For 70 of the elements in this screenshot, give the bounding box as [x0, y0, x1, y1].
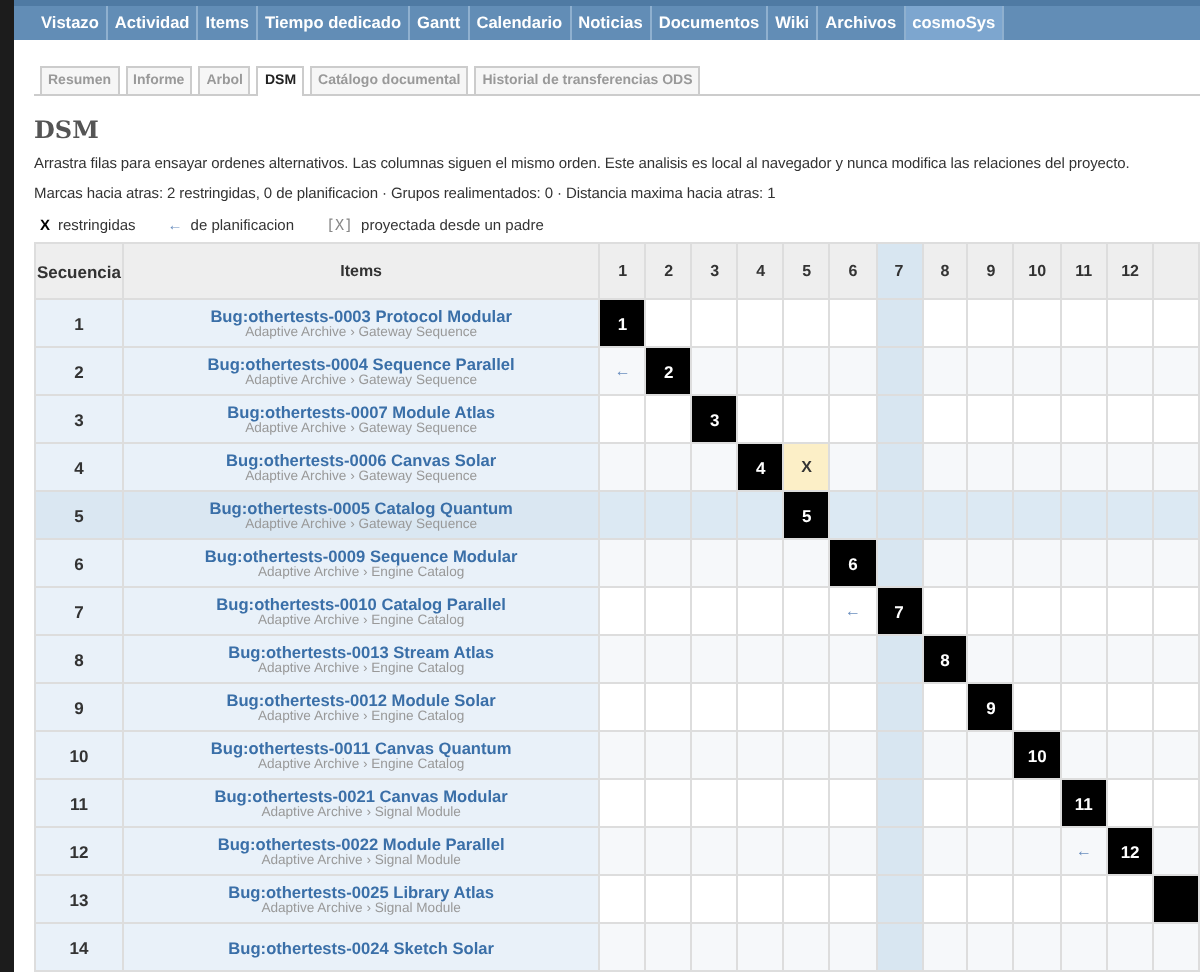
menu-tab[interactable]: Tiempo dedicado: [257, 6, 411, 40]
item-link[interactable]: Bug:othertests-0010 Catalog Parallel: [123, 593, 599, 613]
sequence-cell: 8: [35, 635, 123, 683]
diagonal-cell: 2: [645, 347, 692, 395]
menu-tab[interactable]: Wiki: [768, 6, 819, 40]
menu-tab[interactable]: Items: [198, 6, 258, 40]
planning-mark: ←: [1060, 827, 1107, 875]
column-header: 2: [645, 243, 692, 299]
item-link[interactable]: Bug:othertests-0013 Stream Atlas: [123, 641, 599, 661]
column-header: 12: [1106, 243, 1154, 299]
restricted-mark: X: [783, 443, 830, 491]
diagonal-cell: 7: [876, 587, 922, 635]
sequence-cell: 9: [35, 683, 123, 731]
sequence-cell: 5: [35, 491, 123, 539]
item-link[interactable]: Bug:othertests-0004 Sequence Parallel: [123, 353, 599, 373]
sequence-cell: 2: [35, 347, 123, 395]
planning-mark: ←: [829, 587, 877, 635]
sequence-cell: 3: [35, 395, 123, 443]
diagonal-cell: 8: [922, 635, 968, 683]
sequence-cell: 12: [35, 827, 123, 875]
diagonal-cell: 5: [783, 491, 830, 539]
column-header: Items: [122, 243, 600, 299]
diagonal-cell: 3: [691, 395, 738, 443]
menu-tab[interactable]: Actividad: [107, 6, 199, 40]
sequence-cell: 13: [35, 875, 123, 923]
menu-tab[interactable]: Noticias: [571, 6, 652, 40]
menu-tab[interactable]: Gantt: [410, 6, 470, 40]
item-link[interactable]: Bug:othertests-0012 Module Solar: [123, 689, 599, 709]
planning-mark: ←: [599, 347, 646, 395]
column-header: 1: [599, 243, 646, 299]
item-link[interactable]: Bug:othertests-0021 Canvas Modular: [123, 785, 599, 805]
item-link[interactable]: Bug:othertests-0007 Module Atlas: [123, 401, 599, 421]
item-link[interactable]: Bug:othertests-0022 Module Parallel: [123, 833, 599, 853]
diagonal-cell: 4: [737, 443, 784, 491]
column-header: 11: [1060, 243, 1107, 299]
menu-tab[interactable]: Vistazo: [34, 6, 108, 40]
item-link[interactable]: Bug:othertests-0011 Canvas Quantum: [123, 737, 599, 757]
menu-tab[interactable]: Calendario: [469, 6, 572, 40]
menu-tab[interactable]: Documentos: [651, 6, 769, 40]
column-header: 10: [1013, 243, 1061, 299]
item-link[interactable]: Bug:othertests-0009 Sequence Modular: [123, 545, 599, 565]
column-header: 8: [922, 243, 968, 299]
column-header: 5: [783, 243, 830, 299]
column-header: 6: [829, 243, 877, 299]
column-header: 9: [967, 243, 1014, 299]
sequence-cell: 10: [35, 731, 123, 779]
diagonal-cell: 11: [1060, 779, 1107, 827]
sequence-cell: 4: [35, 443, 123, 491]
item-link[interactable]: Bug:othertests-0006 Canvas Solar: [123, 449, 599, 469]
sequence-cell: 6: [35, 539, 123, 587]
diagonal-cell: 12: [1106, 827, 1154, 875]
sequence-cell: 7: [35, 587, 123, 635]
item-cell[interactable]: Bug:othertests-0024 Sketch Solar: [122, 923, 600, 971]
column-header: 3: [691, 243, 738, 299]
menu-tab[interactable]: cosmoSys: [905, 6, 1005, 40]
diagonal-cell: 9: [967, 683, 1014, 731]
column-header: Secuencia: [35, 243, 123, 299]
sequence-cell: 1: [35, 299, 123, 347]
diagonal-cell: 10: [1013, 731, 1061, 779]
item-link[interactable]: Bug:othertests-0025 Library Atlas: [123, 881, 599, 901]
diagonal-cell: 6: [829, 539, 877, 587]
item-link[interactable]: Bug:othertests-0024 Sketch Solar: [123, 937, 599, 957]
diagonal-cell: 1: [599, 299, 646, 347]
sequence-cell: 11: [35, 779, 123, 827]
item-link[interactable]: Bug:othertests-0005 Catalog Quantum: [123, 497, 599, 517]
item-link[interactable]: Bug:othertests-0003 Protocol Modular: [123, 305, 599, 325]
page-title: DSM: [34, 116, 101, 144]
sequence-cell: 14: [35, 923, 123, 971]
column-header: 4: [737, 243, 784, 299]
column-header: 7: [876, 243, 922, 299]
